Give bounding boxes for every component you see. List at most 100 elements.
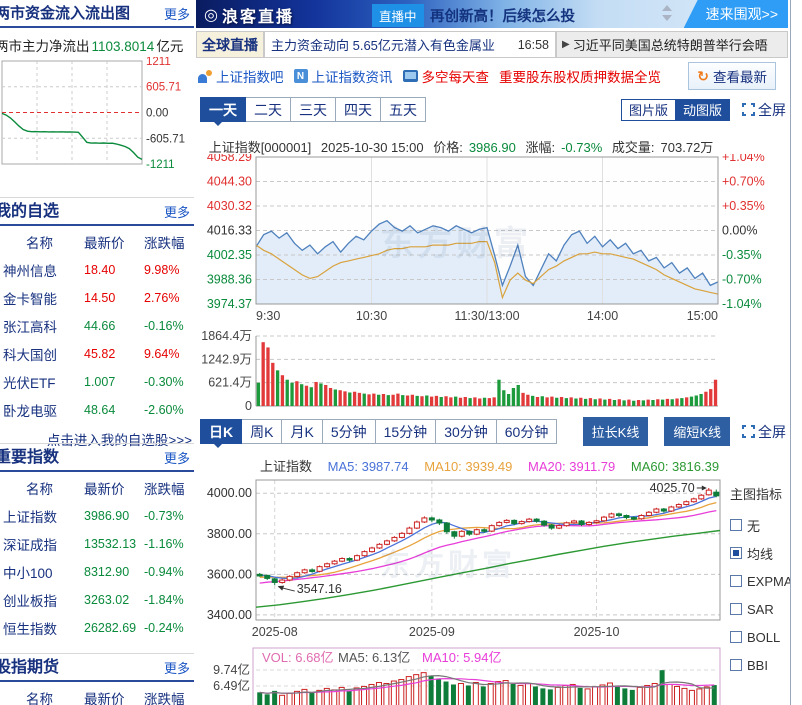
stock-name[interactable]: 科大国创 bbox=[0, 344, 80, 364]
svg-text:-0.35%: -0.35% bbox=[722, 248, 762, 262]
link-pledge-data[interactable]: 重要股东股权质押数据全览 bbox=[499, 66, 661, 86]
sidebar: 两市资金流入流出图 更多 两市主力净流出1103.8014亿元 1211605.… bbox=[0, 0, 194, 705]
stock-price: 45.82 bbox=[80, 347, 140, 361]
news-item[interactable]: ▶习近平同美国总统特朗普举行会晤 bbox=[556, 31, 788, 58]
site-logo[interactable]: ◎ 浪客直播 bbox=[204, 3, 294, 27]
stock-name[interactable]: 神州信息 bbox=[0, 260, 80, 280]
stock-price: 44.66 bbox=[80, 319, 140, 333]
indexes-more-link[interactable]: 更多 bbox=[164, 448, 190, 467]
kline-fullscreen-button[interactable]: 全屏 bbox=[742, 422, 786, 442]
svg-text:11:30/13:00: 11:30/13:00 bbox=[454, 309, 519, 323]
indicator-option-EXPMA[interactable]: EXPMA bbox=[730, 567, 796, 595]
svg-text:3800.00: 3800.00 bbox=[207, 527, 252, 541]
day-tab-3[interactable]: 四天 bbox=[336, 97, 381, 122]
indexes-title: 重要指数 bbox=[0, 443, 59, 467]
column-header: 涨跌幅 bbox=[140, 232, 194, 252]
stock-name[interactable]: 恒生指数 bbox=[0, 618, 80, 638]
link-index-news[interactable]: N 上证指数资讯 bbox=[294, 66, 393, 86]
stock-price: 13532.13 bbox=[80, 537, 140, 551]
day-tab-1[interactable]: 二天 bbox=[246, 97, 291, 122]
svg-text:3400.00: 3400.00 bbox=[207, 608, 252, 622]
day-tab-2[interactable]: 三天 bbox=[291, 97, 336, 122]
table-row[interactable]: 恒生指数26282.69-0.24% bbox=[0, 614, 194, 642]
cta-button[interactable]: 速来围观>> bbox=[684, 0, 788, 28]
stock-price: 48.64 bbox=[80, 403, 140, 417]
checkbox-icon[interactable] bbox=[730, 659, 742, 671]
indicator-option-无[interactable]: 无 bbox=[730, 511, 796, 539]
kline-tab-0[interactable]: 日K bbox=[200, 419, 242, 444]
checkbox-icon[interactable] bbox=[730, 603, 742, 615]
indicator-option-BOLL[interactable]: BOLL bbox=[730, 623, 796, 651]
day-tab-4[interactable]: 五天 bbox=[381, 97, 426, 122]
indicator-option-BBI[interactable]: BBI bbox=[730, 651, 796, 679]
indicator-option-SAR[interactable]: SAR bbox=[730, 595, 796, 623]
fund-flow-section: 两市资金流入流出图 更多 两市主力净流出1103.8014亿元 1211605.… bbox=[0, 0, 194, 176]
stretch-kline-button[interactable]: 拉长K线 bbox=[583, 417, 649, 446]
indexes-table: 名称最新价涨跌幅上证指数3986.90-0.73%深证成指13532.13-1.… bbox=[0, 474, 194, 642]
indicator-options: 无均线EXPMA SAR BOLL BBI bbox=[730, 511, 796, 679]
svg-text:-1211: -1211 bbox=[146, 159, 175, 171]
watchlist-section: 我的自选 更多 名称最新价涨跌幅神州信息18.409.98%金卡智能14.502… bbox=[0, 197, 194, 449]
stock-change: -0.24% bbox=[140, 621, 194, 635]
shrink-kline-button[interactable]: 缩短K线 bbox=[664, 417, 730, 446]
svg-text:-1.04%: -1.04% bbox=[722, 297, 762, 311]
fullscreen-icon bbox=[742, 103, 755, 116]
picture-version-tab[interactable]: 图片版 bbox=[621, 99, 675, 121]
table-row[interactable]: 金卡智能14.502.76% bbox=[0, 284, 194, 312]
fullscreen-label: 全屏 bbox=[758, 100, 786, 120]
watchlist-more-link[interactable]: 更多 bbox=[164, 202, 190, 221]
stock-name[interactable]: 创业板指 bbox=[0, 590, 80, 610]
indicator-panel-title: 主图指标 bbox=[730, 484, 796, 503]
kline-tab-1[interactable]: 周K bbox=[242, 419, 282, 444]
banner-headline[interactable]: 再创新高！后续怎么投 bbox=[430, 5, 575, 26]
refresh-button[interactable]: ↻ 查看最新 bbox=[688, 62, 776, 90]
stock-name[interactable]: 金卡智能 bbox=[0, 288, 80, 308]
column-header: 名称 bbox=[0, 478, 80, 498]
checkbox-icon[interactable] bbox=[730, 575, 742, 587]
futures-more-link[interactable]: 更多 bbox=[164, 658, 190, 677]
table-row[interactable]: 上证指数3986.90-0.73% bbox=[0, 502, 194, 530]
volume-value: 703.72万 bbox=[661, 140, 714, 155]
langke-logo-icon: ◎ bbox=[204, 5, 218, 25]
volume-label: 成交量: bbox=[612, 140, 655, 155]
table-row[interactable]: 创业板指3263.02-1.84% bbox=[0, 586, 194, 614]
link-index-bar[interactable]: 上证指数吧 bbox=[198, 66, 284, 86]
kline-tab-5[interactable]: 30分钟 bbox=[436, 419, 497, 444]
stock-name[interactable]: 光伏ETF bbox=[0, 372, 80, 392]
kline-tab-6[interactable]: 60分钟 bbox=[497, 419, 558, 444]
link-long-short[interactable]: 多空每天查 bbox=[403, 66, 490, 86]
svg-text:1864.4万: 1864.4万 bbox=[201, 330, 252, 343]
indicator-option-label: SAR bbox=[747, 602, 774, 617]
day-tab-0[interactable]: 一天 bbox=[200, 97, 246, 122]
price-label: 价格: bbox=[433, 140, 463, 155]
indicator-option-均线[interactable]: 均线 bbox=[730, 539, 796, 567]
stock-change: -1.16% bbox=[140, 537, 194, 551]
fullscreen-button[interactable]: 全屏 bbox=[742, 100, 786, 120]
table-row[interactable]: 神州信息18.409.98% bbox=[0, 256, 194, 284]
index-name: 上证指数[000001] bbox=[209, 140, 312, 155]
stock-name[interactable]: 深证成指 bbox=[0, 534, 80, 554]
svg-text:4000.00: 4000.00 bbox=[207, 486, 252, 500]
indicator-option-label: BBI bbox=[747, 658, 768, 673]
table-row[interactable]: 光伏ETF1.007-0.30% bbox=[0, 368, 194, 396]
ticker-headline[interactable]: 主力资金动向 5.65亿元潜入有色金属业 bbox=[271, 35, 515, 54]
animated-version-tab[interactable]: 动图版 bbox=[675, 99, 730, 121]
table-row[interactable]: 科大国创45.829.64% bbox=[0, 340, 194, 368]
table-row[interactable]: 深证成指13532.13-1.16% bbox=[0, 530, 194, 558]
banner-toggle-arrows[interactable] bbox=[662, 5, 672, 21]
checkbox-icon[interactable] bbox=[730, 631, 742, 643]
stock-name[interactable]: 卧龙电驱 bbox=[0, 400, 80, 420]
table-row[interactable]: 中小1008312.90-0.94% bbox=[0, 558, 194, 586]
stock-name[interactable]: 上证指数 bbox=[0, 506, 80, 526]
checkbox-icon[interactable] bbox=[730, 519, 742, 531]
stock-name[interactable]: 中小100 bbox=[0, 562, 80, 582]
kline-tab-4[interactable]: 15分钟 bbox=[376, 419, 437, 444]
table-row[interactable]: 张江高科44.66-0.16% bbox=[0, 312, 194, 340]
table-row[interactable]: 卧龙电驱48.64-2.60% bbox=[0, 396, 194, 424]
checkbox-checked-icon[interactable] bbox=[730, 547, 742, 559]
svg-text:1242.9万: 1242.9万 bbox=[201, 352, 252, 366]
fund-flow-more-link[interactable]: 更多 bbox=[164, 4, 190, 23]
stock-name[interactable]: 张江高科 bbox=[0, 316, 80, 336]
kline-tab-2[interactable]: 月K bbox=[282, 419, 322, 444]
kline-tab-3[interactable]: 5分钟 bbox=[323, 419, 376, 444]
